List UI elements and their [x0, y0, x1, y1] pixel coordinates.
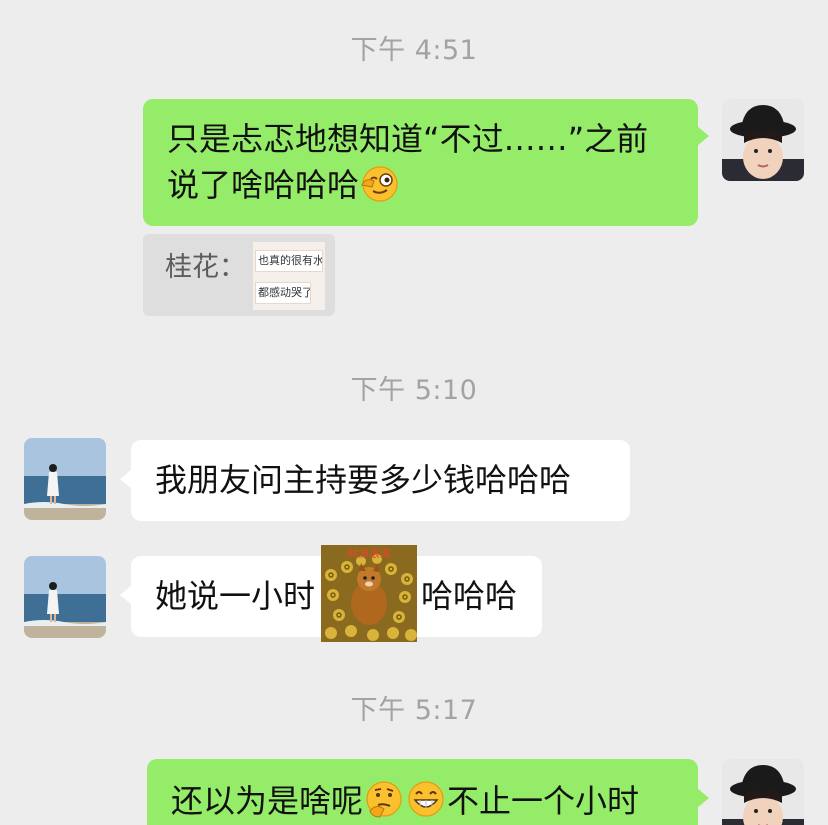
bubble-tail: [697, 126, 709, 146]
bubble-tail: [697, 788, 709, 808]
timestamp: 下午 4:51: [350, 35, 478, 66]
message-text: 不止一个小时: [447, 782, 640, 820]
message-text: 我朋友问主持要多少钱哈哈哈: [155, 461, 572, 499]
received-message-bubble[interactable]: 我朋友问主持要多少钱哈哈哈: [131, 440, 630, 521]
friend-avatar[interactable]: [24, 556, 106, 638]
message-text: 她说一小时: [155, 577, 316, 615]
my-avatar[interactable]: [722, 759, 804, 825]
timestamp: 下午 5:10: [350, 375, 478, 406]
sent-message-bubble[interactable]: 只是忐忑地想知道“不过……”之前 说了啥哈哈哈: [143, 99, 698, 226]
sticker-caption: 财源滚滚: [347, 546, 391, 560]
thinking-emoji-icon: [364, 779, 404, 819]
message-text-line: 只是忐忑地想知道“不过……”之前: [167, 120, 649, 158]
money-dog-sticker[interactable]: 财源滚滚: [321, 545, 417, 642]
message-text-line: 说了啥哈哈哈: [167, 162, 698, 208]
quoted-message[interactable]: 桂花： 也真的很有水平 都感动哭了: [143, 234, 335, 316]
message-text: 还以为是啥呢: [171, 782, 364, 820]
sent-message-bubble[interactable]: 还以为是啥呢 不止一个小时: [147, 759, 698, 825]
bubble-tail: [120, 469, 132, 489]
wink-emoji-icon: [360, 163, 400, 203]
quote-thumb-text: 都感动哭了: [255, 282, 311, 304]
friend-avatar[interactable]: [24, 438, 106, 520]
message-text: 说了啥哈哈哈: [167, 166, 360, 204]
quote-thumb-text: 也真的很有水平: [255, 250, 323, 272]
message-text: 哈哈哈: [421, 577, 518, 615]
bubble-tail: [120, 585, 132, 605]
grin-emoji-icon: [406, 779, 446, 819]
my-avatar[interactable]: [722, 99, 804, 181]
timestamp: 下午 5:17: [350, 695, 478, 726]
quote-image-thumbnail: 也真的很有水平 都感动哭了: [253, 242, 325, 310]
quote-sender-name: 桂花：: [165, 252, 246, 283]
